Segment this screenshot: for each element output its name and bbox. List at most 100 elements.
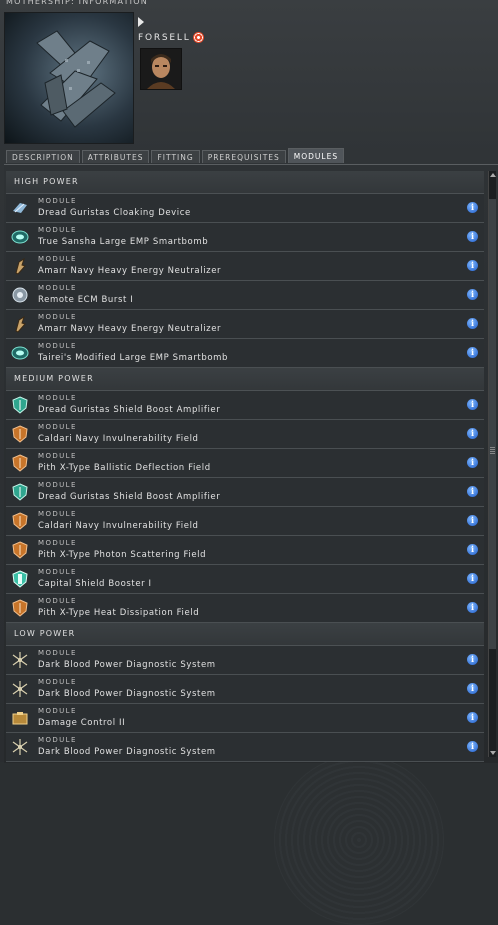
ship-render-image[interactable] [4, 12, 134, 144]
module-name: Dread Guristas Cloaking Device [38, 208, 191, 218]
module-row[interactable]: MODULE Pith X-Type Photon Scattering Fiel… [6, 536, 484, 565]
module-type-label: MODULE [38, 481, 77, 489]
module-type-label: MODULE [38, 255, 77, 263]
group-header[interactable]: MEDIUM POWER [6, 368, 484, 391]
module-row[interactable]: MODULE Amarr Navy Heavy Energy Neutralize… [6, 252, 484, 281]
eye-icon [193, 32, 204, 43]
ecm-icon [11, 286, 29, 304]
module-name: Damage Control II [38, 718, 126, 728]
module-type-label: MODULE [38, 284, 77, 292]
shield-field-icon [11, 599, 29, 617]
info-icon[interactable]: i [467, 741, 478, 752]
module-row[interactable]: MODULE Damage Control II i [6, 704, 484, 733]
modules-panel: HIGH POWER MODULE Dread Guristas Cloaking … [4, 164, 498, 925]
module-row[interactable]: MODULE Pith X-Type Heat Dissipation Field… [6, 594, 484, 623]
neutralizer-icon [11, 315, 29, 333]
info-icon[interactable]: i [467, 289, 478, 300]
scroll-thumb[interactable] [489, 199, 496, 649]
module-name: Tairei's Modified Large EMP Smartbomb [38, 353, 229, 363]
tab-fitting[interactable]: FITTING [151, 150, 200, 163]
info-icon[interactable]: i [467, 231, 478, 242]
module-row[interactable]: MODULE Amarr Navy Heavy Energy Neutralize… [6, 310, 484, 339]
expand-arrow-icon[interactable] [138, 17, 144, 27]
info-icon[interactable]: i [467, 654, 478, 665]
info-icon[interactable]: i [467, 347, 478, 358]
module-row[interactable]: MODULE Dread Guristas Shield Boost Amplif… [6, 391, 484, 420]
cloak-icon [11, 199, 29, 217]
module-type-label: MODULE [38, 539, 77, 547]
pilot-name[interactable]: FORSELL [138, 33, 191, 43]
info-icon[interactable]: i [467, 457, 478, 468]
group-header[interactable]: HIGH POWER [6, 171, 484, 194]
module-row[interactable]: MODULE Pith X-Type Ballistic Deflection F… [6, 449, 484, 478]
module-row[interactable]: MODULE Dread Guristas Cloaking Device i [6, 194, 484, 223]
module-type-label: MODULE [38, 510, 77, 518]
shield-amp-icon [11, 483, 29, 501]
info-icon[interactable]: i [467, 573, 478, 584]
module-row[interactable]: MODULE Dread Guristas Shield Boost Amplif… [6, 478, 484, 507]
info-icon[interactable]: i [467, 318, 478, 329]
module-name: Pith X-Type Photon Scattering Field [38, 550, 207, 560]
info-icon[interactable]: i [467, 544, 478, 555]
module-name: Pith X-Type Ballistic Deflection Field [38, 463, 211, 473]
module-type-label: MODULE [38, 423, 77, 431]
module-type-label: MODULE [38, 649, 77, 657]
background-emblem [274, 755, 444, 925]
module-list: HIGH POWER MODULE Dread Guristas Cloaking … [6, 171, 484, 762]
info-icon[interactable]: i [467, 683, 478, 694]
module-type-label: MODULE [38, 342, 77, 350]
module-name: Dread Guristas Shield Boost Amplifier [38, 405, 221, 415]
shield-field-icon [11, 425, 29, 443]
module-row[interactable]: MODULE True Sansha Large EMP Smartbomb i [6, 223, 484, 252]
module-row[interactable]: MODULE Remote ECM Burst I i [6, 281, 484, 310]
module-type-label: MODULE [38, 452, 77, 460]
group-header[interactable]: LOW POWER [6, 623, 484, 646]
info-icon[interactable]: i [467, 260, 478, 271]
info-icon[interactable]: i [467, 602, 478, 613]
module-name: Caldari Navy Invulnerability Field [38, 434, 199, 444]
module-type-label: MODULE [38, 568, 77, 576]
scroll-down-arrow-icon[interactable] [490, 751, 496, 755]
info-icon[interactable]: i [467, 486, 478, 497]
tab-modules[interactable]: MODULES [287, 148, 345, 163]
module-row[interactable]: MODULE Capital Shield Booster I i [6, 565, 484, 594]
power-diagnostic-icon [11, 651, 29, 669]
module-name: Amarr Navy Heavy Energy Neutralizer [38, 266, 222, 276]
module-type-label: MODULE [38, 197, 77, 205]
shield-field-icon [11, 512, 29, 530]
module-row[interactable]: MODULE Dark Blood Power Diagnostic System… [6, 646, 484, 675]
tab-description[interactable]: DESCRIPTION [6, 150, 80, 163]
module-row[interactable]: MODULE Caldari Navy Invulnerability Field… [6, 507, 484, 536]
info-icon[interactable]: i [467, 399, 478, 410]
info-icon[interactable]: i [467, 428, 478, 439]
module-row[interactable]: MODULE Dark Blood Power Diagnostic System… [6, 733, 484, 762]
module-name: Amarr Navy Heavy Energy Neutralizer [38, 324, 222, 334]
module-row[interactable]: MODULE Caldari Navy Invulnerability Field… [6, 420, 484, 449]
power-diagnostic-icon [11, 680, 29, 698]
tab-attributes[interactable]: ATTRIBUTES [81, 150, 150, 163]
module-type-label: MODULE [38, 394, 77, 402]
shield-amp-icon [11, 396, 29, 414]
info-icon[interactable]: i [467, 515, 478, 526]
module-name: Dark Blood Power Diagnostic System [38, 747, 216, 757]
module-name: True Sansha Large EMP Smartbomb [38, 237, 209, 247]
shield-field-icon [11, 541, 29, 559]
scroll-up-arrow-icon[interactable] [490, 173, 496, 177]
shield-field-icon [11, 454, 29, 472]
tab-prerequisites[interactable]: PREREQUISITES [201, 150, 286, 163]
window-title: MOTHERSHIP: INFORMATION [6, 0, 148, 6]
module-name: Capital Shield Booster I [38, 579, 152, 589]
module-row[interactable]: MODULE Tairei's Modified Large EMP Smartb… [6, 339, 484, 368]
module-name: Dread Guristas Shield Boost Amplifier [38, 492, 221, 502]
module-name: Caldari Navy Invulnerability Field [38, 521, 199, 531]
module-type-label: MODULE [38, 226, 77, 234]
info-icon[interactable]: i [467, 712, 478, 723]
module-name: Dark Blood Power Diagnostic System [38, 660, 216, 670]
smartbomb-icon [11, 228, 29, 246]
info-icon[interactable]: i [467, 202, 478, 213]
scrollbar[interactable] [488, 171, 496, 757]
module-type-label: MODULE [38, 313, 77, 321]
module-row[interactable]: MODULE Dark Blood Power Diagnostic System… [6, 675, 484, 704]
module-type-label: MODULE [38, 736, 77, 744]
pilot-portrait[interactable] [140, 48, 182, 90]
